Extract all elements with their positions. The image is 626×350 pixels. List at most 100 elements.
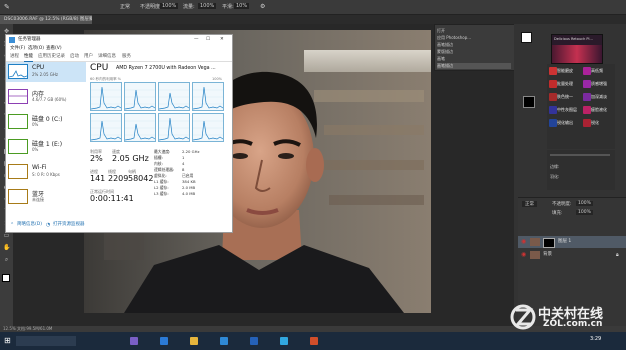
plugin-label: 锐化输出: [557, 120, 573, 125]
tm-tab[interactable]: 详细信息: [98, 53, 116, 61]
history-item[interactable]: 蒙版描边: [437, 49, 511, 55]
shape-icon[interactable]: ▭: [3, 232, 10, 239]
menu-item[interactable]: 选项(O): [28, 45, 44, 53]
tm-sidebar-item[interactable]: Wi-Fi S: 0 R: 0 Kbps: [6, 162, 86, 182]
plugin-button[interactable]: 肤色统一: [548, 92, 580, 102]
plugin-button[interactable]: 智能磨皮: [548, 66, 580, 76]
close-button[interactable]: ✕: [220, 35, 224, 45]
eye-icon[interactable]: ◉: [521, 249, 526, 261]
plugin-button[interactable]: 中性灰图层: [548, 105, 580, 115]
history-item[interactable]: 应用 Photoshop...: [437, 35, 511, 41]
tm-footer: ⌃ 简略信息(D) ◔ 打开资源监视器: [6, 220, 232, 230]
brush-tool-icon[interactable]: ✎: [4, 3, 10, 11]
foreground-color-swatch[interactable]: [2, 274, 10, 282]
plugin-button[interactable]: 加深减淡: [582, 92, 614, 102]
chevron-up-icon[interactable]: ⌃: [10, 220, 14, 230]
mini-graph: [8, 189, 28, 204]
store-icon[interactable]: [220, 337, 228, 345]
layer-name: 背景: [543, 252, 552, 257]
menu-item[interactable]: 文件(F): [10, 45, 25, 53]
cpu-specs: 最大速度: 2.20 GHz 插槽: 1 内核: 4 逻辑处理器: 8 虚拟化: 已启用 L1 缓存…: [154, 149, 230, 209]
plugin-button[interactable]: 高低频: [582, 66, 614, 76]
blend-mode-select[interactable]: 正常: [522, 201, 537, 207]
stat-value: 2.05 GHz: [112, 154, 149, 163]
spec-key: L3 缓存:: [154, 191, 169, 196]
tm-sidebar-item[interactable]: 磁盘 0 (C:) 0%: [6, 112, 86, 132]
cpu-core-graph: [158, 82, 190, 111]
tm-tab[interactable]: 进程: [10, 53, 19, 61]
plugin-button[interactable]: 锐化输出: [548, 118, 580, 128]
zoom-icon[interactable]: ⌕: [3, 256, 10, 263]
watermark-url: ZOL.com.cn: [543, 319, 603, 329]
clock[interactable]: 3:29: [590, 336, 601, 342]
plugin-icon: [583, 106, 591, 114]
plugin-button[interactable]: 瘦脸液化: [582, 105, 614, 115]
task-manager-icon: [9, 37, 15, 43]
file-explorer-icon[interactable]: [190, 337, 198, 345]
flow-input[interactable]: 100%: [198, 3, 217, 9]
history-item[interactable]: 打开: [437, 28, 511, 34]
plugin-button[interactable]: 批量处理: [548, 79, 580, 89]
history-item[interactable]: 画笔: [437, 56, 511, 62]
plugin-icon: [549, 119, 557, 127]
hand-icon[interactable]: ✋: [3, 244, 10, 251]
tm-menubar: 文件(F) 选项(O) 查看(V): [6, 45, 232, 53]
flow-label: 流量:: [183, 4, 195, 10]
tm-tab[interactable]: 服务: [122, 53, 131, 61]
taskview-icon[interactable]: [130, 337, 138, 345]
taskbar-search-box[interactable]: [16, 336, 76, 346]
app-icon[interactable]: [310, 337, 318, 345]
plugin-icon: [549, 106, 557, 114]
layer-row[interactable]: ◉ 图层 1: [518, 236, 626, 248]
document-tab[interactable]: DSC03006.RAF @ 12.5% (RGB/8) 图层蒙版/8) ×: [0, 15, 92, 24]
plugin-label: 中性灰图层: [557, 107, 577, 112]
task-manager-taskbar-icon[interactable]: [280, 337, 288, 345]
plugin-icon: [583, 80, 591, 88]
retouch-plugin-panel: 智能磨皮 高低频批量处理 质感增强肤色统一 加深减淡 中性灰图层 瘦脸液化锐化输出 锐化: [547, 64, 615, 149]
minimize-button[interactable]: —: [194, 35, 199, 45]
windows-start-icon[interactable]: ⊞: [4, 336, 11, 345]
edge-icon[interactable]: [160, 337, 168, 345]
sidebar-value: S: 0 R: 0 Kbps: [32, 172, 60, 177]
sidebar-value: 未连接: [32, 197, 44, 202]
tm-tab[interactable]: 启动: [70, 53, 79, 61]
photoshop-icon[interactable]: [250, 337, 258, 345]
open-resource-monitor-link[interactable]: 打开资源监视器: [53, 220, 85, 230]
bg-color-swatch[interactable]: [523, 96, 535, 108]
fill-input[interactable]: 100%: [576, 210, 593, 215]
plugin-label: 批量处理: [557, 81, 573, 86]
props-label-2: 羽化:: [550, 174, 560, 179]
tm-sidebar-item[interactable]: CPU 2% 2.05 GHz: [6, 62, 86, 82]
gear-icon[interactable]: ⚙: [260, 3, 265, 10]
mode-select[interactable]: 正常: [120, 3, 130, 10]
layer-opacity-input[interactable]: 100%: [576, 201, 593, 206]
layer-mask-thumbnail[interactable]: [543, 238, 555, 248]
opacity-slider[interactable]: [550, 154, 610, 156]
maximize-button[interactable]: ☐: [206, 35, 210, 45]
window-title: 任务管理器: [18, 37, 41, 42]
mini-graph: [8, 114, 28, 129]
layer-row[interactable]: ◉ 背景 🔒︎: [518, 249, 626, 261]
tm-tab[interactable]: 应用历史记录: [38, 53, 65, 61]
opacity-input[interactable]: 100%: [160, 3, 179, 9]
tm-sidebar-item[interactable]: 蓝牙 未连接: [6, 187, 86, 207]
tm-sidebar-item[interactable]: 内存 4.6/7.7 GB (60%): [6, 87, 86, 107]
menu-item[interactable]: 查看(V): [46, 45, 62, 53]
history-item[interactable]: 画笔描边: [437, 42, 511, 48]
fg-color-swatch[interactable]: [521, 32, 532, 43]
tm-tab[interactable]: 性能: [24, 53, 33, 62]
plugin-button[interactable]: 质感增强: [582, 79, 614, 89]
smooth-input[interactable]: 10%: [234, 3, 250, 9]
stat-value: 58042: [128, 174, 154, 183]
sidebar-name: CPU: [32, 64, 45, 71]
fewer-details-link[interactable]: 简略信息(D): [17, 220, 42, 230]
ps-options-bar: ✎ 正常 不透明度: 100% 流量: 100% 平滑: 10% ⚙: [0, 0, 626, 15]
plugin-label: 质感增强: [591, 81, 607, 86]
spec-value: 4.0 MB: [182, 191, 196, 196]
tm-sidebar-item[interactable]: 磁盘 1 (E:) 0%: [6, 137, 86, 157]
eye-icon[interactable]: ◉: [521, 236, 526, 248]
cpu-core-graph: [124, 113, 156, 142]
history-item[interactable]: 画笔描边: [437, 63, 511, 69]
tm-tab[interactable]: 用户: [84, 53, 93, 61]
plugin-button[interactable]: 锐化: [582, 118, 614, 128]
